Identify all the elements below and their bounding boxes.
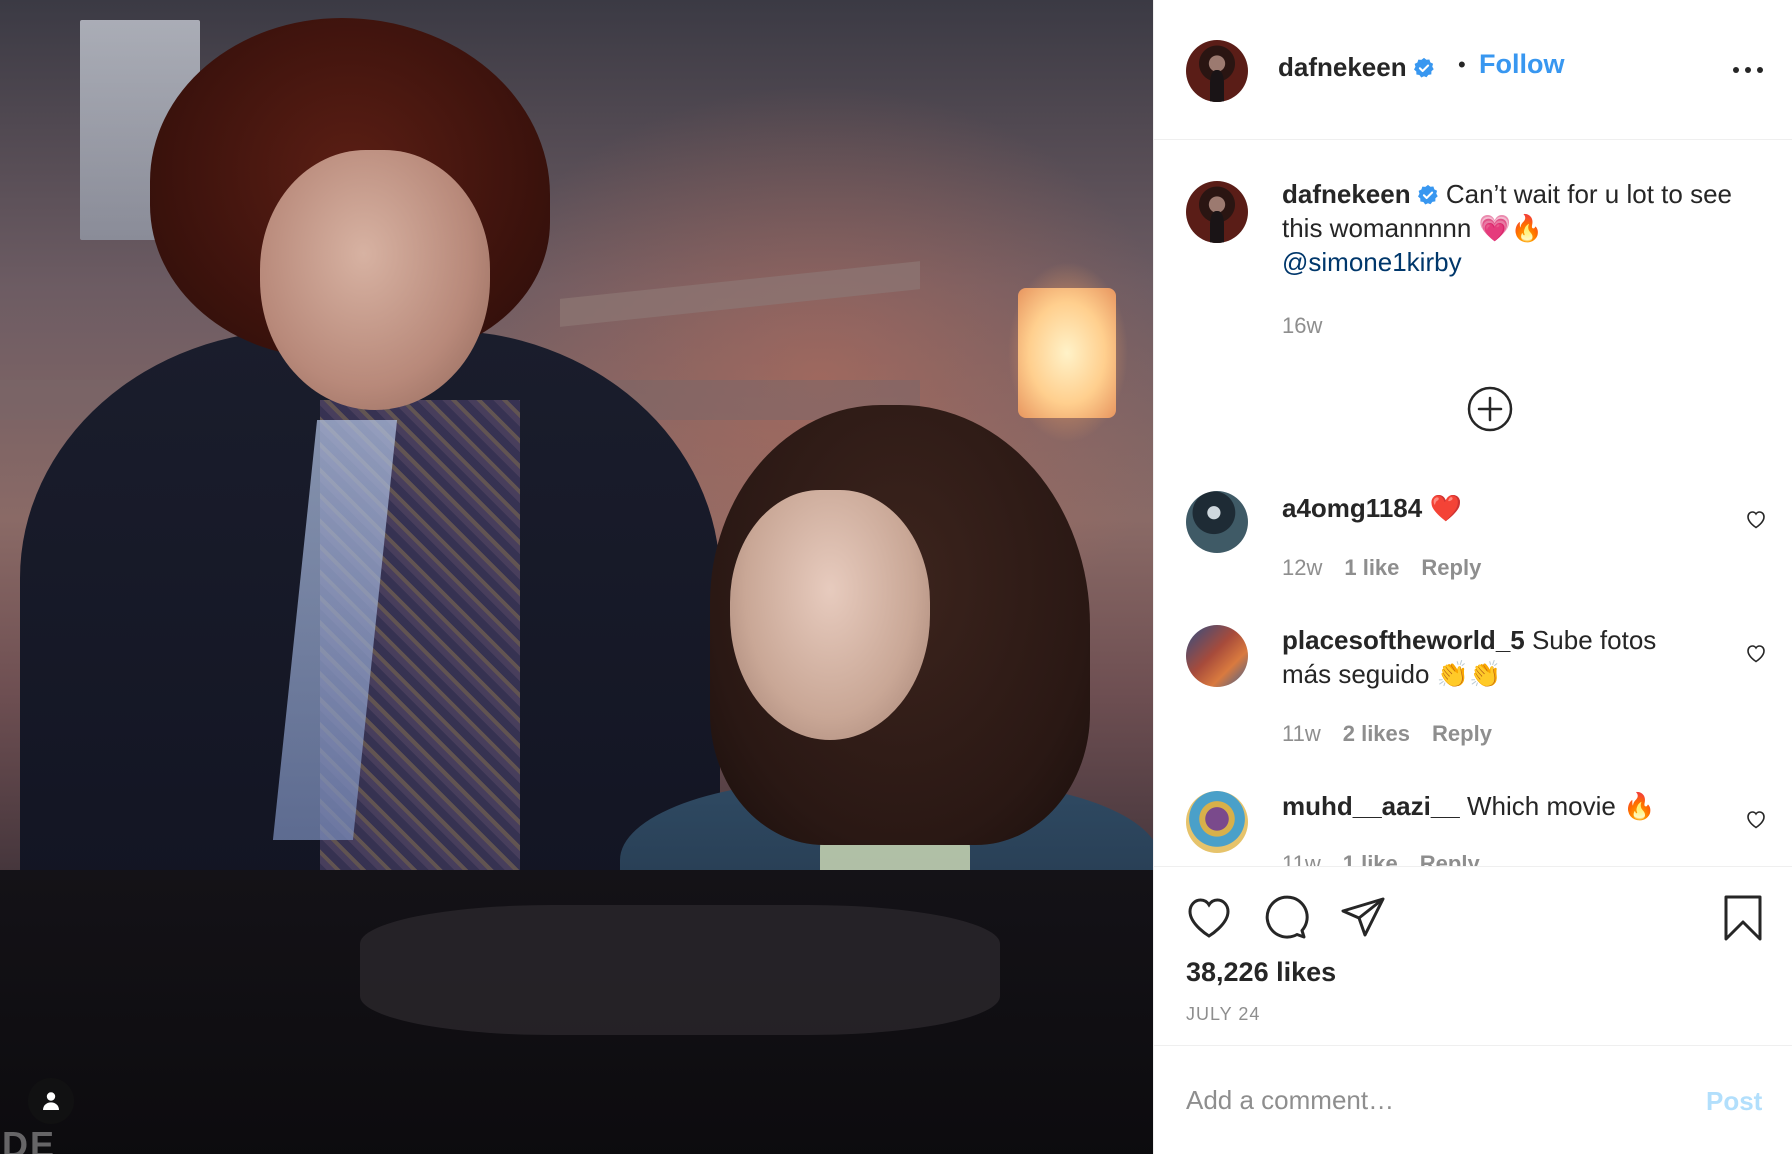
post-comment-button[interactable]: Post	[1706, 1086, 1762, 1117]
photo-woman-face	[260, 150, 490, 410]
post-actions: 38,226 likes JULY 24	[1154, 866, 1792, 1046]
author-avatar[interactable]	[1186, 40, 1248, 102]
caption-username[interactable]: dafnekeen	[1282, 179, 1411, 209]
comment-meta: 11w 1 like Reply	[1282, 851, 1502, 866]
post-caption: dafnekeen Can’t wait for u lot to see th…	[1282, 177, 1762, 279]
author-username-text[interactable]: dafnekeen	[1278, 52, 1407, 82]
comment-username[interactable]: muhd__aazi__	[1282, 791, 1460, 821]
comment-time[interactable]: 11w	[1282, 851, 1321, 866]
comment-text: ❤️	[1429, 493, 1462, 523]
user-tag-icon	[43, 1092, 59, 1110]
more-options-icon[interactable]	[1728, 58, 1768, 82]
add-comment-bar: Post	[1154, 1046, 1792, 1154]
comment-like-heart-icon[interactable]	[1744, 507, 1768, 531]
comment-like-heart-icon[interactable]	[1744, 641, 1768, 665]
comment-username[interactable]: a4omg1184	[1282, 493, 1422, 523]
post-header: dafnekeen • Follow	[1154, 0, 1792, 140]
photo-background-shelf	[560, 261, 920, 327]
comment-reply-button[interactable]: Reply	[1421, 555, 1481, 580]
photo-girl-face	[730, 490, 930, 740]
share-icon[interactable]	[1338, 893, 1388, 943]
verified-badge-icon	[1413, 57, 1434, 78]
comment-body: placesoftheworld_5 Sube fotos más seguid…	[1282, 623, 1712, 691]
comment-meta: 11w 2 likes Reply	[1282, 721, 1514, 747]
comment-icon[interactable]	[1260, 893, 1310, 943]
caption-timestamp[interactable]: 16w	[1282, 313, 1322, 339]
add-comment-input[interactable]	[1186, 1078, 1656, 1122]
comment-time[interactable]: 12w	[1282, 555, 1322, 580]
comment-likes[interactable]: 1 like	[1344, 555, 1399, 580]
photo-background-lamp	[1018, 288, 1116, 418]
comment-body: a4omg1184 ❤️	[1282, 491, 1712, 525]
author-username[interactable]: dafnekeen	[1278, 52, 1435, 83]
bookmark-icon[interactable]	[1720, 893, 1766, 943]
photo-foreground-monitor-highlight	[360, 905, 1000, 1035]
comment-text: Which movie 🔥	[1466, 791, 1656, 821]
comment-reply-button[interactable]: Reply	[1432, 721, 1492, 746]
comment-likes[interactable]: 2 likes	[1343, 721, 1410, 746]
comment-avatar[interactable]	[1186, 791, 1248, 853]
follow-button[interactable]: Follow	[1479, 49, 1564, 80]
post-side-panel: dafnekeen • Follow dafnekeen Can’t wait …	[1153, 0, 1792, 1154]
caption-mention-link[interactable]: @simone1kirby	[1282, 247, 1462, 277]
header-separator-dot: •	[1458, 52, 1466, 77]
user-tag-button[interactable]	[28, 1078, 74, 1124]
verified-badge-icon	[1417, 184, 1438, 205]
comment-username[interactable]: placesoftheworld_5	[1282, 625, 1525, 655]
post-photo[interactable]: DE	[0, 0, 1153, 1154]
caption-author-avatar[interactable]	[1186, 181, 1248, 243]
comment-meta: 12w 1 like Reply	[1282, 555, 1503, 581]
comment-time[interactable]: 11w	[1282, 721, 1321, 746]
comments-list[interactable]: dafnekeen Can’t wait for u lot to see th…	[1154, 141, 1792, 866]
comment-reply-button[interactable]: Reply	[1420, 851, 1480, 866]
post-date[interactable]: JULY 24	[1186, 1004, 1260, 1025]
heart-icon[interactable]	[1184, 893, 1234, 943]
comment-avatar[interactable]	[1186, 491, 1248, 553]
likes-count[interactable]: 38,226 likes	[1186, 957, 1336, 988]
comment-like-heart-icon[interactable]	[1744, 807, 1768, 831]
load-more-comments-icon[interactable]	[1466, 385, 1514, 433]
photo-watermark: DE	[2, 1124, 57, 1154]
comment-likes[interactable]: 1 like	[1343, 851, 1398, 866]
comment-body: muhd__aazi__ Which movie 🔥	[1282, 789, 1712, 823]
comment-avatar[interactable]	[1186, 625, 1248, 687]
